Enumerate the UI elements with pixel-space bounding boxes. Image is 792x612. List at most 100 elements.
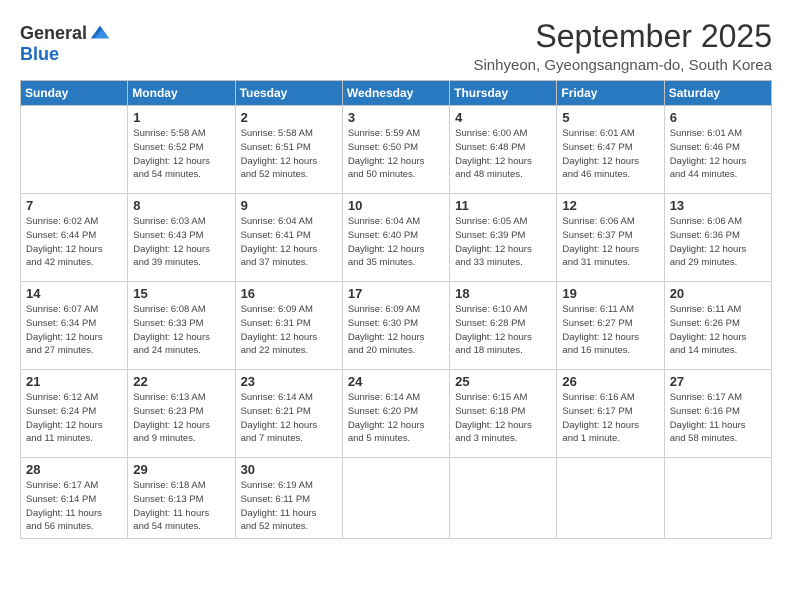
table-row: 17Sunrise: 6:09 AM Sunset: 6:30 PM Dayli… — [342, 282, 449, 370]
day-number: 6 — [670, 110, 766, 125]
day-number: 22 — [133, 374, 229, 389]
day-number: 9 — [241, 198, 337, 213]
logo-general-text: General — [20, 23, 87, 44]
day-number: 5 — [562, 110, 658, 125]
day-number: 12 — [562, 198, 658, 213]
table-row: 24Sunrise: 6:14 AM Sunset: 6:20 PM Dayli… — [342, 370, 449, 458]
day-info: Sunrise: 6:06 AM Sunset: 6:36 PM Dayligh… — [670, 215, 766, 270]
day-info: Sunrise: 6:09 AM Sunset: 6:31 PM Dayligh… — [241, 303, 337, 358]
table-row: 20 Sunrise: 6:11 AM Sunset: 6:26 PM Dayli… — [664, 282, 771, 370]
table-row: 18 Sunrise: 6:10 AM Sunset: 6:28 PM Dayli… — [450, 282, 557, 370]
day-number: 25 — [455, 374, 551, 389]
logo-icon — [89, 22, 111, 44]
table-row: 22 Sunrise: 6:13 AM Sunset: 6:23 PM Dayli… — [128, 370, 235, 458]
day-info: Sunrise: 5:58 AM Sunset: 6:52 PM Dayligh… — [133, 127, 229, 182]
day-info: Sunrise: 6:04 AM Sunset: 6:40 PM Dayligh… — [348, 215, 444, 270]
day-number: 15 — [133, 286, 229, 301]
day-number: 20 — [670, 286, 766, 301]
day-number: 11 — [455, 198, 551, 213]
day-info: Sunrise: 6:17 AM Sunset: 6:16 PM Dayligh… — [670, 391, 766, 446]
table-row: 6Sunrise: 6:01 AM Sunset: 6:46 PM Daylig… — [664, 106, 771, 194]
logo: General Blue — [20, 22, 111, 65]
table-row: 11 Sunrise: 6:05 AM Sunset: 6:39 PM Dayli… — [450, 194, 557, 282]
day-number: 18 — [455, 286, 551, 301]
day-number: 4 — [455, 110, 551, 125]
day-info: Sunrise: 6:10 AM Sunset: 6:28 PM Dayligh… — [455, 303, 551, 358]
day-info: Sunrise: 6:08 AM Sunset: 6:33 PM Dayligh… — [133, 303, 229, 358]
table-row: 13 Sunrise: 6:06 AM Sunset: 6:36 PM Dayli… — [664, 194, 771, 282]
day-number: 19 — [562, 286, 658, 301]
table-row: 25 Sunrise: 6:15 AM Sunset: 6:18 PM Dayli… — [450, 370, 557, 458]
day-info: Sunrise: 6:11 AM Sunset: 6:27 PM Dayligh… — [562, 303, 658, 358]
day-number: 16 — [241, 286, 337, 301]
month-title: September 2025 — [473, 18, 772, 55]
day-info: Sunrise: 6:07 AM Sunset: 6:34 PM Dayligh… — [26, 303, 122, 358]
day-number: 26 — [562, 374, 658, 389]
table-row: 8 Sunrise: 6:03 AM Sunset: 6:43 PM Daylig… — [128, 194, 235, 282]
day-info: Sunrise: 6:02 AM Sunset: 6:44 PM Dayligh… — [26, 215, 122, 270]
day-number: 8 — [133, 198, 229, 213]
day-info: Sunrise: 6:12 AM Sunset: 6:24 PM Dayligh… — [26, 391, 122, 446]
page: General Blue September 2025 Sinhyeon, Gy… — [0, 0, 792, 612]
table-row: 4 Sunrise: 6:00 AM Sunset: 6:48 PM Daylig… — [450, 106, 557, 194]
table-row: 12 Sunrise: 6:06 AM Sunset: 6:37 PM Dayli… — [557, 194, 664, 282]
day-number: 23 — [241, 374, 337, 389]
table-row: 1 Sunrise: 5:58 AM Sunset: 6:52 PM Daylig… — [128, 106, 235, 194]
table-row: 26Sunrise: 6:16 AM Sunset: 6:17 PM Dayli… — [557, 370, 664, 458]
day-info: Sunrise: 5:58 AM Sunset: 6:51 PM Dayligh… — [241, 127, 337, 182]
table-row: 10 Sunrise: 6:04 AM Sunset: 6:40 PM Dayli… — [342, 194, 449, 282]
col-friday: Friday — [557, 81, 664, 106]
table-row: 28Sunrise: 6:17 AM Sunset: 6:14 PM Dayli… — [21, 458, 128, 539]
table-row — [342, 458, 449, 539]
day-number: 13 — [670, 198, 766, 213]
day-number: 14 — [26, 286, 122, 301]
table-row: 23Sunrise: 6:14 AM Sunset: 6:21 PM Dayli… — [235, 370, 342, 458]
day-number: 27 — [670, 374, 766, 389]
day-info: Sunrise: 6:03 AM Sunset: 6:43 PM Dayligh… — [133, 215, 229, 270]
day-info: Sunrise: 6:04 AM Sunset: 6:41 PM Dayligh… — [241, 215, 337, 270]
day-info: Sunrise: 6:13 AM Sunset: 6:23 PM Dayligh… — [133, 391, 229, 446]
day-number: 1 — [133, 110, 229, 125]
day-number: 21 — [26, 374, 122, 389]
day-number: 10 — [348, 198, 444, 213]
day-info: Sunrise: 6:18 AM Sunset: 6:13 PM Dayligh… — [133, 479, 229, 534]
col-sunday: Sunday — [21, 81, 128, 106]
location-title: Sinhyeon, Gyeongsangnam-do, South Korea — [473, 57, 772, 74]
table-row: 5 Sunrise: 6:01 AM Sunset: 6:47 PM Daylig… — [557, 106, 664, 194]
table-row: 21 Sunrise: 6:12 AM Sunset: 6:24 PM Dayli… — [21, 370, 128, 458]
day-info: Sunrise: 5:59 AM Sunset: 6:50 PM Dayligh… — [348, 127, 444, 182]
table-row: 14 Sunrise: 6:07 AM Sunset: 6:34 PM Dayli… — [21, 282, 128, 370]
table-row: 2 Sunrise: 5:58 AM Sunset: 6:51 PM Daylig… — [235, 106, 342, 194]
day-number: 30 — [241, 462, 337, 477]
logo-blue-text: Blue — [20, 44, 59, 65]
day-number: 2 — [241, 110, 337, 125]
table-row: 19 Sunrise: 6:11 AM Sunset: 6:27 PM Dayli… — [557, 282, 664, 370]
table-row: 30Sunrise: 6:19 AM Sunset: 6:11 PM Dayli… — [235, 458, 342, 539]
calendar-table: Sunday Monday Tuesday Wednesday Thursday… — [20, 80, 772, 539]
day-info: Sunrise: 6:06 AM Sunset: 6:37 PM Dayligh… — [562, 215, 658, 270]
day-info: Sunrise: 6:01 AM Sunset: 6:47 PM Dayligh… — [562, 127, 658, 182]
calendar-header-row: Sunday Monday Tuesday Wednesday Thursday… — [21, 81, 772, 106]
table-row: 3Sunrise: 5:59 AM Sunset: 6:50 PM Daylig… — [342, 106, 449, 194]
day-number: 29 — [133, 462, 229, 477]
col-saturday: Saturday — [664, 81, 771, 106]
day-info: Sunrise: 6:00 AM Sunset: 6:48 PM Dayligh… — [455, 127, 551, 182]
table-row: 7 Sunrise: 6:02 AM Sunset: 6:44 PM Daylig… — [21, 194, 128, 282]
col-monday: Monday — [128, 81, 235, 106]
day-number: 17 — [348, 286, 444, 301]
table-row — [21, 106, 128, 194]
col-tuesday: Tuesday — [235, 81, 342, 106]
table-row — [557, 458, 664, 539]
day-info: Sunrise: 6:15 AM Sunset: 6:18 PM Dayligh… — [455, 391, 551, 446]
header: General Blue September 2025 Sinhyeon, Gy… — [20, 18, 772, 74]
day-info: Sunrise: 6:14 AM Sunset: 6:20 PM Dayligh… — [348, 391, 444, 446]
day-number: 28 — [26, 462, 122, 477]
col-wednesday: Wednesday — [342, 81, 449, 106]
col-thursday: Thursday — [450, 81, 557, 106]
day-info: Sunrise: 6:11 AM Sunset: 6:26 PM Dayligh… — [670, 303, 766, 358]
day-info: Sunrise: 6:05 AM Sunset: 6:39 PM Dayligh… — [455, 215, 551, 270]
day-number: 7 — [26, 198, 122, 213]
table-row: 27 Sunrise: 6:17 AM Sunset: 6:16 PM Dayli… — [664, 370, 771, 458]
table-row: 15 Sunrise: 6:08 AM Sunset: 6:33 PM Dayli… — [128, 282, 235, 370]
table-row — [450, 458, 557, 539]
